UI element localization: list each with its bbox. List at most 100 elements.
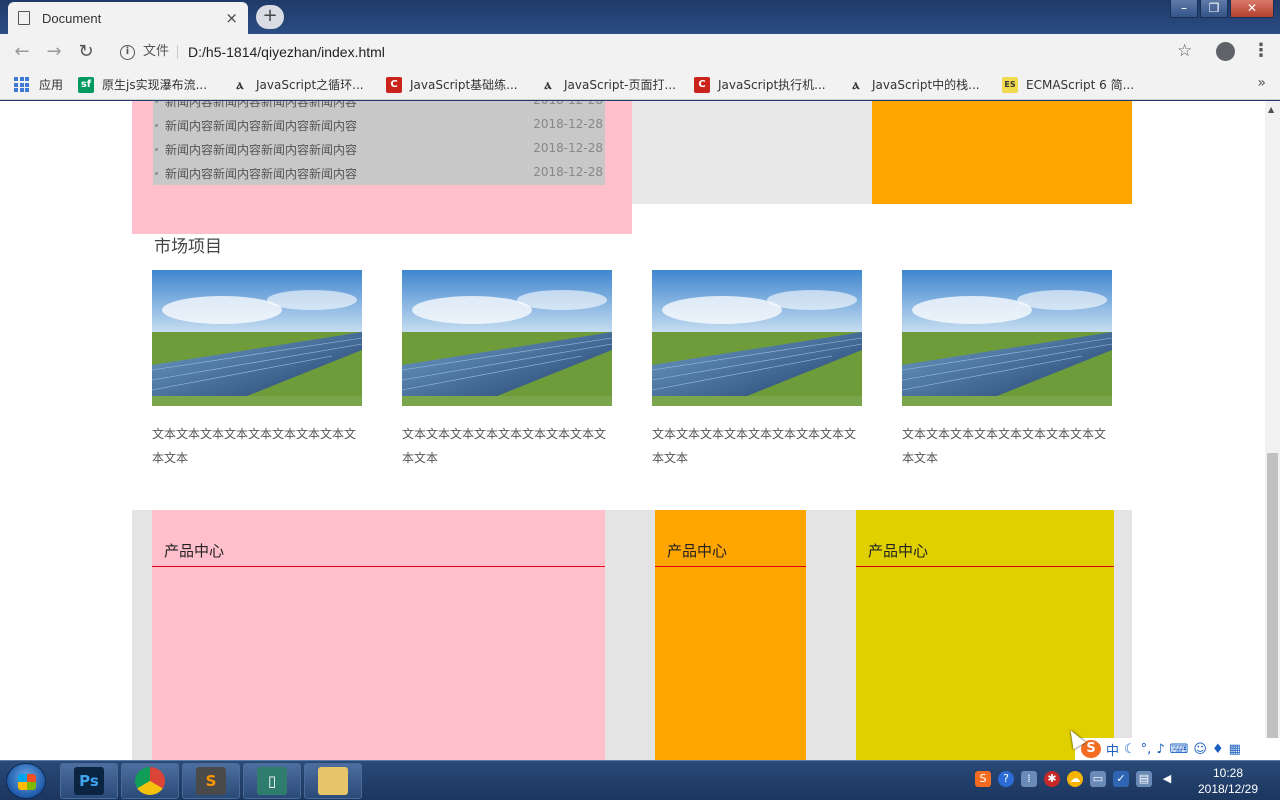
orange-panel	[872, 101, 1132, 204]
system-tray: S ? ⁞ ✱ ☁ ▭ ✓ ▤ ◀	[975, 771, 1175, 787]
product-title[interactable]: 产品中心	[868, 540, 928, 561]
market-card[interactable]: 文本文本文本文本文本文本文本文本文本文本	[902, 270, 1112, 470]
microphone-icon[interactable]: ♪	[1156, 742, 1164, 757]
minimize-button[interactable]: –	[1170, 0, 1198, 18]
grid-icon[interactable]: ▦	[1229, 742, 1241, 757]
scrollbar-thumb[interactable]	[1267, 453, 1278, 758]
volume-icon[interactable]: ◀	[1159, 771, 1175, 787]
clock-date: 2018/12/29	[1197, 782, 1259, 796]
sogou-tray-icon[interactable]: S	[975, 771, 991, 787]
bookmark-label: 应用	[39, 78, 64, 92]
start-button[interactable]	[6, 763, 46, 799]
card-caption: 文本文本文本文本文本文本文本文本文本文本	[152, 427, 357, 465]
url-text[interactable]: D:/h5-1814/qiyezhan/index.html	[188, 44, 385, 60]
news-list: 新闻内容新闻内容新闻内容新闻内容 2018-12-28 新闻内容新闻内容新闻内容…	[153, 101, 605, 185]
csdn-icon: C	[694, 76, 710, 93]
ab-icon: ⲁ	[544, 76, 552, 93]
explorer-icon	[318, 767, 348, 795]
address-bar[interactable]: i 文件 D:/h5-1814/qiyezhan/index.html	[110, 38, 1205, 66]
news-text[interactable]: 新闻内容新闻内容新闻内容新闻内容	[165, 117, 357, 134]
forward-button[interactable]: →	[44, 42, 64, 62]
chrome-menu-icon[interactable]: ⋮	[1252, 40, 1270, 61]
title-divider	[856, 566, 1114, 567]
device-icon[interactable]: ▤	[1136, 771, 1152, 787]
chrome-icon	[135, 767, 165, 795]
user-icon[interactable]: ☺	[1193, 742, 1207, 757]
tab-strip: Document × + – ❐ ✕	[0, 0, 1280, 34]
news-item[interactable]: 新闻内容新闻内容新闻内容新闻内容 2018-12-28	[153, 161, 605, 185]
market-card[interactable]: 文本文本文本文本文本文本文本文本文本文本	[402, 270, 612, 470]
card-caption: 文本文本文本文本文本文本文本文本文本文本	[652, 427, 857, 465]
clock-time: 10:28	[1212, 766, 1244, 780]
notepad-taskbar-button[interactable]: ▯	[243, 763, 301, 799]
moon-icon[interactable]: ☾	[1124, 742, 1136, 757]
explorer-taskbar-button[interactable]	[304, 763, 362, 799]
sublime-taskbar-button[interactable]: S	[182, 763, 240, 799]
system-clock[interactable]: 10:28 2018/12/29	[1188, 765, 1268, 797]
news-date: 2018-12-28	[533, 101, 603, 107]
ime-mode-label[interactable]: 中	[1106, 740, 1119, 759]
bookmark-item[interactable]: ES ECMAScript 6 简...	[1002, 76, 1134, 93]
news-item[interactable]: 新闻内容新闻内容新闻内容新闻内容 2018-12-28	[153, 113, 605, 137]
bookmarks-bar: 应用 sf 原生js实现瀑布流... ⲁ JavaScript之循环... C …	[0, 70, 1280, 100]
help-icon[interactable]: ?	[998, 771, 1014, 787]
window-close-button[interactable]: ✕	[1230, 0, 1274, 18]
product-title[interactable]: 产品中心	[164, 540, 224, 561]
profile-avatar-icon[interactable]	[1216, 42, 1235, 61]
back-button[interactable]: ←	[12, 42, 32, 62]
bookmark-apps[interactable]: 应用	[14, 76, 63, 93]
ime-toolbar[interactable]: S 中 ☾ °, ♪ ⌨ ☺ ♦ ▦	[1075, 738, 1280, 760]
news-item[interactable]: 新闻内容新闻内容新闻内容新闻内容 2018-12-28	[153, 101, 605, 113]
photoshop-taskbar-button[interactable]: Ps	[60, 763, 118, 799]
skin-icon[interactable]: ♦	[1212, 742, 1224, 757]
tab-close-icon[interactable]: ×	[225, 9, 238, 27]
bookmark-item[interactable]: C JavaScript基础练...	[386, 76, 518, 93]
info-icon[interactable]: i	[120, 44, 135, 60]
bookmark-item[interactable]: ⲁ JavaScript-页面打...	[540, 76, 676, 93]
scroll-up-icon[interactable]: ▲	[1268, 105, 1274, 114]
punctuation-icon[interactable]: °,	[1141, 742, 1152, 757]
bookmark-label: JavaScript-页面打...	[564, 78, 676, 92]
bookmark-item[interactable]: sf 原生js实现瀑布流...	[78, 76, 207, 93]
bookmark-item[interactable]: ⲁ JavaScript之循环...	[232, 76, 364, 93]
product-title[interactable]: 产品中心	[667, 540, 727, 561]
bookmark-item[interactable]: C JavaScript执行机...	[694, 76, 826, 93]
news-section: 新闻内容新闻内容新闻内容新闻内容 2018-12-28 新闻内容新闻内容新闻内容…	[132, 101, 632, 234]
solar-panel-image[interactable]	[902, 270, 1112, 406]
cloud-icon[interactable]: ☁	[1067, 771, 1083, 787]
solar-panel-image[interactable]	[152, 270, 362, 406]
bookmark-star-icon[interactable]: ☆	[1177, 41, 1192, 61]
bookmark-label: 原生js实现瀑布流...	[102, 78, 208, 92]
antivirus-icon[interactable]: ✱	[1044, 771, 1060, 787]
restore-button[interactable]: ❐	[1200, 0, 1228, 18]
product-panel-orange: 产品中心	[655, 510, 806, 760]
tray-flag-icon[interactable]: ⁞	[1021, 771, 1037, 787]
more-bookmarks-icon[interactable]: »	[1257, 75, 1266, 91]
ab-icon: ⲁ	[236, 76, 244, 93]
solar-panel-image[interactable]	[402, 270, 612, 406]
news-item[interactable]: 新闻内容新闻内容新闻内容新闻内容 2018-12-28	[153, 137, 605, 161]
page-viewport: 新闻内容新闻内容新闻内容新闻内容 2018-12-28 新闻内容新闻内容新闻内容…	[0, 101, 1265, 760]
ab-icon: ⲁ	[852, 76, 860, 93]
news-text[interactable]: 新闻内容新闻内容新闻内容新闻内容	[165, 165, 357, 182]
windows-taskbar: Ps S ▯ S ? ⁞ ✱ ☁ ▭ ✓ ▤ ◀ 10:28 2018/12/2…	[0, 760, 1280, 800]
document-icon	[18, 11, 30, 25]
sf-icon: sf	[78, 76, 94, 93]
shield-icon[interactable]: ✓	[1113, 771, 1129, 787]
new-tab-button[interactable]: +	[256, 5, 284, 29]
tab-title: Document	[42, 10, 102, 26]
reload-button[interactable]: ↻	[76, 42, 96, 62]
chrome-taskbar-button[interactable]	[121, 763, 179, 799]
solar-panel-image[interactable]	[652, 270, 862, 406]
bookmark-item[interactable]: ⲁ JavaScript中的栈...	[848, 76, 980, 93]
product-panel-yellow: 产品中心	[856, 510, 1114, 760]
market-card[interactable]: 文本文本文本文本文本文本文本文本文本文本	[152, 270, 362, 470]
tab-document[interactable]: Document ×	[8, 2, 248, 34]
network-icon[interactable]: ▭	[1090, 771, 1106, 787]
vertical-scrollbar[interactable]: ▲ ▼	[1265, 101, 1280, 760]
news-text[interactable]: 新闻内容新闻内容新闻内容新闻内容	[165, 101, 357, 110]
news-text[interactable]: 新闻内容新闻内容新闻内容新闻内容	[165, 141, 357, 158]
card-caption: 文本文本文本文本文本文本文本文本文本文本	[902, 427, 1107, 465]
keyboard-icon[interactable]: ⌨	[1170, 742, 1189, 757]
market-card[interactable]: 文本文本文本文本文本文本文本文本文本文本	[652, 270, 862, 470]
